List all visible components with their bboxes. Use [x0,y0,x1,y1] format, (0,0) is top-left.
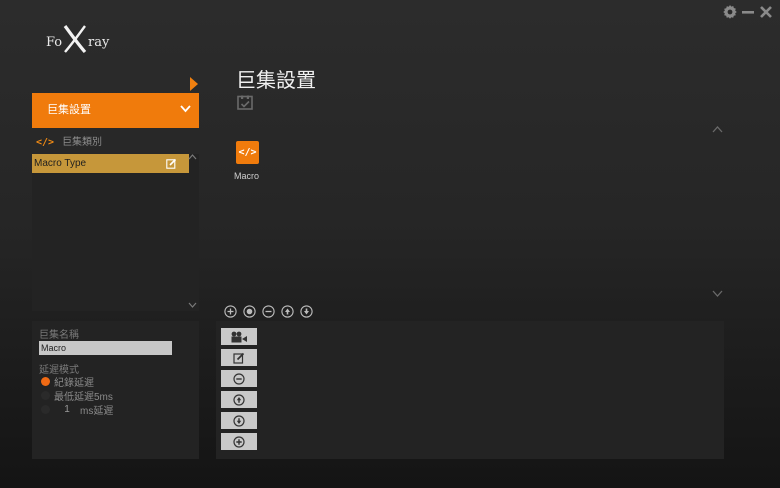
video-record-icon [231,331,247,342]
macro-type-tile-code-icon[interactable]: </> [236,141,259,164]
page-title: 巨集設置 [236,68,316,92]
move-up-icon[interactable] [281,305,294,318]
macro-item-label: Macro Type [34,158,87,169]
move-step-up-button[interactable] [221,391,257,408]
delay-option-min-5ms[interactable]: 最低延遲5ms [41,389,113,403]
save-icon[interactable] [237,95,253,110]
collapse-sidebar-arrow[interactable] [190,77,198,91]
add-icon[interactable] [224,305,237,318]
delay-value[interactable]: 1 [54,404,80,415]
types-scroll-up-icon[interactable] [712,126,723,133]
radio-unselected-icon [41,390,50,400]
macro-list: Macro Type [32,154,199,311]
chevron-down-icon [180,105,191,113]
move-down-icon [233,414,245,427]
record-icon[interactable] [243,305,256,318]
remove-icon [233,372,245,385]
move-up-icon [233,393,245,406]
macro-name-input[interactable] [39,341,172,355]
settings-gear-icon[interactable] [722,4,738,20]
logo-x-mark [63,25,87,54]
types-scroll-down-icon[interactable] [712,290,723,297]
move-down-icon[interactable] [300,305,313,318]
minimize-icon[interactable] [740,4,756,20]
category-label: 巨集類別 [62,137,103,148]
move-step-down-button[interactable] [221,412,257,429]
code-icon: </> [36,137,55,148]
edit-icon [233,352,245,364]
radio-unselected-icon [41,404,50,414]
macro-type-label: Macro [234,171,260,181]
macro-name-label: 巨集名稱 [39,330,79,341]
close-icon[interactable] [758,4,774,20]
macro-settings-section-header[interactable]: 巨集設置 [32,93,199,128]
video-record-button[interactable] [221,328,257,345]
list-scroll-down-icon[interactable] [188,302,197,308]
edit-icon[interactable] [166,158,177,169]
mini-toolbar [224,305,313,318]
list-scroll-up-icon[interactable] [188,154,197,160]
delay-option-recorded[interactable]: 紀錄延遲 [41,375,94,389]
remove-icon[interactable] [262,305,275,318]
macro-edit-panel [216,321,724,459]
remove-step-button[interactable] [221,370,257,387]
section-title: 巨集設置 [47,104,91,116]
radio-selected-icon [41,376,50,386]
delay-option-fixed-ms[interactable]: 1 ms延遲 [41,403,113,417]
app-logo: Fo ray [44,25,109,56]
list-item-macro-type[interactable]: Macro Type [32,154,189,173]
macro-properties-panel: 巨集名稱 延遲模式 紀錄延遲 最低延遲5ms 1 ms延遲 [32,321,199,459]
edit-button[interactable] [221,349,257,366]
macro-category-header: </> 巨集類別 [36,136,102,150]
add-step-button[interactable] [221,433,257,450]
add-icon [233,435,245,448]
